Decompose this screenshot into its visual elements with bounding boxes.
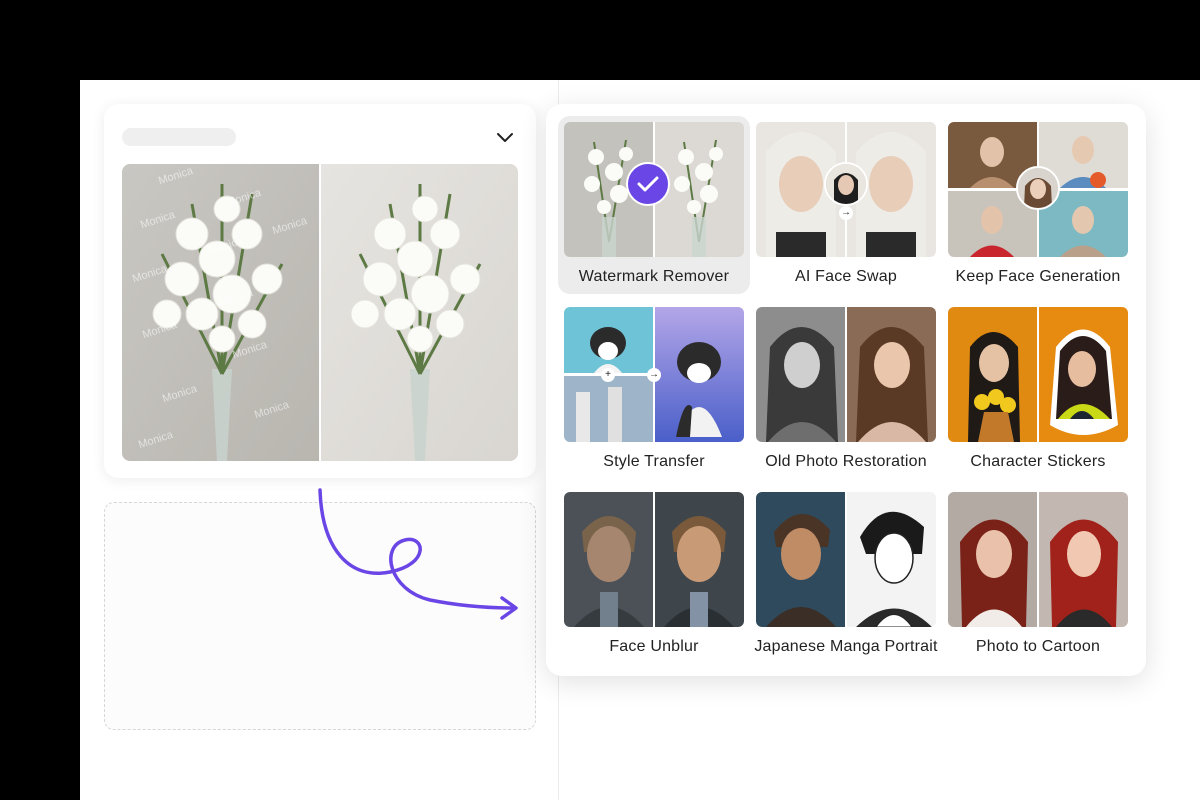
tool-keep-face-generation[interactable]: Keep Face Generation	[942, 116, 1134, 294]
arrow-right-icon: →	[647, 368, 661, 382]
tool-label: Watermark Remover	[578, 268, 730, 285]
tool-thumbnail	[756, 307, 936, 442]
tool-style-transfer[interactable]: + → Style Transfer	[558, 301, 750, 479]
thumb-divider	[1037, 307, 1039, 442]
tool-face-unblur[interactable]: Face Unblur	[558, 486, 750, 664]
tool-thumbnail	[564, 492, 744, 627]
thumb-divider	[1037, 492, 1039, 627]
tool-japanese-manga-portrait[interactable]: Japanese Manga Portrait	[750, 486, 942, 664]
source-face-avatar	[1016, 166, 1060, 210]
tool-ai-face-swap[interactable]: → AI Face Swap	[750, 116, 942, 294]
thumb-divider	[653, 492, 655, 627]
curly-arrow-icon	[318, 488, 518, 620]
tool-watermark-remover[interactable]: Watermark Remover	[558, 116, 750, 294]
plus-icon: +	[601, 368, 615, 382]
tools-menu: Watermark Remover → AI Face Swap Keep Fa…	[546, 104, 1146, 676]
tool-thumbnail: + →	[564, 307, 744, 442]
tool-thumbnail	[948, 307, 1128, 442]
source-face-avatar	[824, 162, 868, 206]
thumb-divider	[845, 307, 847, 442]
tool-label: Old Photo Restoration	[765, 453, 927, 470]
tool-thumbnail	[948, 122, 1128, 257]
tool-label: Japanese Manga Portrait	[754, 638, 938, 655]
tool-thumbnail: →	[756, 122, 936, 257]
source-image-card: Monica Monica Monica Monica Monica Monic…	[104, 104, 536, 478]
tool-character-stickers[interactable]: Character Stickers	[942, 301, 1134, 479]
tool-label: Photo to Cartoon	[975, 638, 1101, 655]
tool-label: Character Stickers	[970, 453, 1106, 470]
checkmark-icon	[626, 162, 670, 206]
thumb-divider	[845, 492, 847, 627]
tool-label: Face Unblur	[609, 638, 699, 655]
arrow-right-icon: →	[839, 206, 853, 220]
tool-label: AI Face Swap	[794, 268, 897, 285]
source-image-preview: Monica Monica Monica Monica Monica Monic…	[122, 164, 518, 461]
tool-label: Keep Face Generation	[955, 268, 1121, 285]
source-title-placeholder	[122, 128, 236, 146]
tool-photo-to-cartoon[interactable]: Photo to Cartoon	[942, 486, 1134, 664]
tool-thumbnail	[756, 492, 936, 627]
tool-thumbnail	[948, 492, 1128, 627]
tool-old-photo-restoration[interactable]: Old Photo Restoration	[750, 301, 942, 479]
tool-label: Style Transfer	[603, 453, 705, 470]
chevron-down-icon[interactable]	[494, 126, 516, 148]
